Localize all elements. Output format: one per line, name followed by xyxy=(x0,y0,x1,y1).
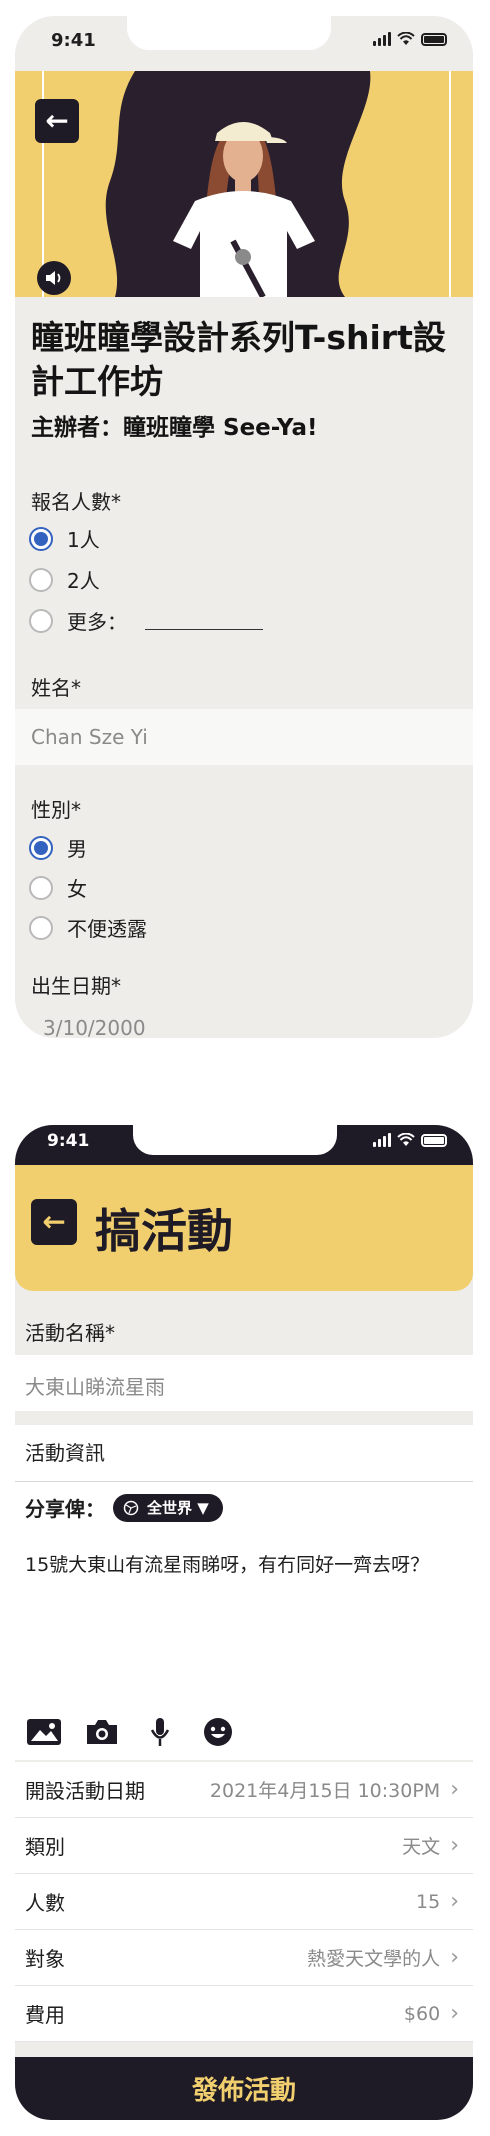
chevron-right-icon: › xyxy=(450,1833,459,1858)
headcount-option-more[interactable]: 更多： xyxy=(29,606,263,635)
detail-row-category[interactable]: 類別 天文 › xyxy=(15,1818,473,1874)
wifi-icon xyxy=(397,32,415,45)
name-input[interactable]: Chan Sze Yi xyxy=(15,709,473,765)
signal-icon xyxy=(373,32,391,46)
option-label: 女 xyxy=(67,877,87,901)
image-icon[interactable] xyxy=(25,1715,63,1749)
hero-illustration xyxy=(15,71,473,297)
option-label: 2人 xyxy=(67,569,100,593)
share-scope-value: 全世界 ▼ xyxy=(147,1499,209,1517)
detail-value: 2021年4月15日 10:30PM xyxy=(209,1780,441,1802)
radio-selected[interactable] xyxy=(29,835,53,860)
detail-value: 15 xyxy=(416,1890,441,1913)
system-icons xyxy=(373,32,447,46)
detail-row-fee[interactable]: 費用 $60 › xyxy=(15,1986,473,2042)
registration-screen: 9:41 ← 瞳班瞳學設計系列T-shirt設計工作坊 主辦者：瞳班瞳學 See… xyxy=(15,16,473,1038)
option-label: 1人 xyxy=(67,528,100,552)
header: ← 搞活動 xyxy=(15,1165,473,1291)
event-hero-image: ← xyxy=(15,71,473,297)
dob-label: 出生日期* xyxy=(31,974,121,998)
dob-input[interactable]: 3/10/2000 xyxy=(43,1016,146,1038)
chevron-right-icon: › xyxy=(450,1777,459,1802)
system-icons xyxy=(373,1133,447,1147)
share-label: 分享俾： xyxy=(25,1497,105,1521)
page-title: 搞活動 xyxy=(95,1204,233,1258)
radio[interactable] xyxy=(29,875,53,900)
gender-option-male[interactable]: 男 xyxy=(29,833,87,862)
status-time: 9:41 xyxy=(47,1131,90,1151)
sound-button[interactable] xyxy=(37,261,71,295)
battery-icon xyxy=(421,32,447,46)
back-button[interactable]: ← xyxy=(35,99,79,143)
chevron-right-icon: › xyxy=(450,2001,459,2026)
detail-label: 開設活動日期 xyxy=(25,1779,145,1803)
gender-option-undisclosed[interactable]: 不便透露 xyxy=(29,913,147,942)
speaker-icon xyxy=(46,271,61,285)
microphone-icon[interactable] xyxy=(141,1715,179,1749)
detail-label: 費用 xyxy=(25,2003,65,2027)
event-name-value: 大東山睇流星雨 xyxy=(25,1375,165,1399)
detail-value: 天文 xyxy=(402,1836,441,1858)
detail-label: 人數 xyxy=(25,1891,65,1915)
event-title: 瞳班瞳學設計系列T-shirt設計工作坊 xyxy=(31,318,446,401)
detail-row-headcount[interactable]: 人數 15 › xyxy=(15,1874,473,1930)
divider xyxy=(15,1481,473,1482)
detail-row-audience[interactable]: 對象 熱愛天文學的人 › xyxy=(15,1930,473,1986)
event-info-label: 活動資訊 xyxy=(25,1441,105,1465)
status-time: 9:41 xyxy=(51,30,96,51)
media-toolbar xyxy=(25,1715,237,1749)
headcount-option-1[interactable]: 1人 xyxy=(29,524,100,553)
detail-label: 對象 xyxy=(25,1947,65,1971)
headcount-label: 報名人數* xyxy=(31,490,121,514)
radio[interactable] xyxy=(29,915,53,940)
emoji-icon[interactable] xyxy=(199,1715,237,1749)
event-name-input[interactable]: 大東山睇流星雨 xyxy=(15,1355,473,1411)
notch xyxy=(127,16,331,50)
status-bar: 9:41 xyxy=(15,1125,473,1165)
status-bar: 9:41 xyxy=(15,16,473,71)
event-name-label: 活動名稱* xyxy=(25,1321,115,1345)
back-button[interactable]: ← xyxy=(31,1199,77,1245)
radio[interactable] xyxy=(29,608,53,633)
detail-value: $60 xyxy=(403,2002,441,2025)
share-scope-dropdown[interactable]: 全世界 ▼ xyxy=(113,1493,223,1522)
chevron-right-icon: › xyxy=(450,1945,459,1970)
option-label: 不便透露 xyxy=(67,917,147,941)
organizer: 主辦者：瞳班瞳學 See-Ya! xyxy=(31,415,318,441)
headcount-option-2[interactable]: 2人 xyxy=(29,565,100,594)
wifi-icon xyxy=(397,1133,415,1146)
name-label: 姓名* xyxy=(31,676,81,700)
notch xyxy=(133,1125,337,1155)
create-event-screen: 9:41 ← 搞活動 活動名稱* 大東山睇流星雨 活動資訊 分享俾： 全世界 ▼… xyxy=(15,1125,473,2120)
option-label: 男 xyxy=(67,837,87,861)
more-headcount-input[interactable] xyxy=(145,612,263,630)
chevron-right-icon: › xyxy=(450,1889,459,1914)
gender-label: 性別* xyxy=(31,798,81,822)
publish-button[interactable]: 發佈活動 xyxy=(15,2057,473,2120)
camera-icon[interactable] xyxy=(83,1715,121,1749)
radio[interactable] xyxy=(29,567,53,592)
share-row: 分享俾： 全世界 ▼ xyxy=(25,1493,223,1522)
gender-option-female[interactable]: 女 xyxy=(29,873,87,902)
battery-icon xyxy=(421,1133,447,1147)
detail-label: 類別 xyxy=(25,1835,65,1859)
arrow-left-icon: ← xyxy=(42,1205,66,1238)
globe-icon xyxy=(123,1500,139,1515)
detail-value: 熱愛天文學的人 xyxy=(307,1948,441,1970)
arrow-left-icon: ← xyxy=(45,104,69,137)
detail-row-date[interactable]: 開設活動日期 2021年4月15日 10:30PM › xyxy=(15,1762,473,1818)
option-label: 更多： xyxy=(67,610,127,634)
radio-selected[interactable] xyxy=(29,526,53,551)
event-details-list: 開設活動日期 2021年4月15日 10:30PM › 類別 天文 › 人數 1… xyxy=(15,1762,473,2042)
post-text-area[interactable]: 15號大東山有流星雨睇呀，有冇同好一齊去呀？ xyxy=(25,1550,455,1581)
signal-icon xyxy=(373,1133,391,1147)
event-info-panel: 活動資訊 分享俾： 全世界 ▼ xyxy=(15,1425,473,1760)
